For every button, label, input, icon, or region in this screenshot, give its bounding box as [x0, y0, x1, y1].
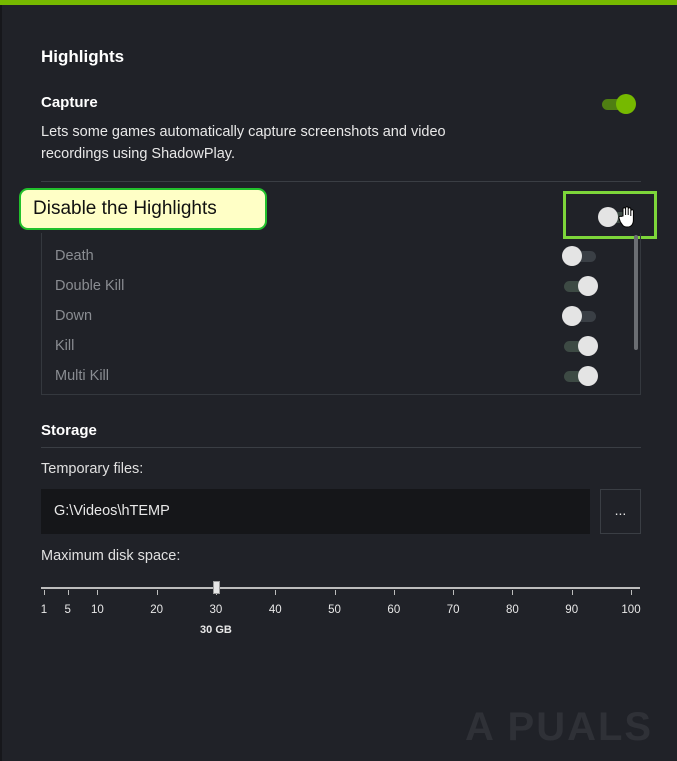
event-toggle-down[interactable] [562, 305, 598, 327]
slider-value: 30 GB [200, 624, 232, 636]
slider-tick-label: 30 [209, 604, 223, 616]
slider-tick-label: 1 [40, 604, 48, 616]
slider-tick-label: 60 [387, 604, 401, 616]
event-toggle-double-kill[interactable] [562, 275, 598, 297]
temp-files-label: Temporary files: [41, 461, 144, 477]
divider [41, 447, 641, 448]
slider-tick-label: 5 [64, 604, 71, 616]
slider-tick-label: 20 [150, 604, 164, 616]
page-title: Highlights [41, 47, 125, 66]
capture-title: Capture [41, 94, 98, 111]
callout-label: Disable the Highlights [19, 188, 267, 230]
event-label-kill: Kill [55, 338, 75, 354]
hand-cursor-icon [618, 206, 634, 228]
event-toggle-kill[interactable] [562, 335, 598, 357]
slider-tick [571, 590, 573, 595]
temp-path-field[interactable]: G:\Videos\hTEMP [41, 489, 590, 534]
slider-tick [97, 590, 99, 595]
slider-tick [631, 590, 632, 595]
watermark-logo: A PUALS [465, 705, 654, 749]
disk-space-slider[interactable] [41, 587, 640, 589]
events-scrollbar[interactable] [634, 235, 638, 350]
disk-space-label: Maximum disk space: [41, 548, 181, 564]
slider-tick [393, 590, 395, 595]
event-toggle-death[interactable] [562, 245, 598, 267]
browse-button[interactable]: ... [600, 489, 641, 534]
event-label-multi-kill: Multi Kill [55, 368, 109, 384]
slider-tick-label: 80 [506, 604, 519, 616]
capture-toggle[interactable] [600, 93, 636, 115]
accent-top-bar [0, 0, 677, 5]
slider-tick-label: 70 [446, 604, 460, 616]
slider-tick [67, 590, 69, 595]
slider-handle[interactable] [212, 581, 220, 594]
slider-tick-label: 10 [90, 604, 104, 616]
capture-description: Lets some games automatically capture sc… [41, 124, 446, 162]
event-toggle-multi-kill[interactable] [562, 365, 598, 387]
slider-tick [512, 590, 514, 595]
event-label-double-kill: Double Kill [55, 278, 125, 294]
slider-tick-label: 50 [328, 604, 341, 616]
highlight-events-panel [41, 233, 641, 395]
slider-tick [44, 590, 45, 595]
storage-title: Storage [41, 422, 97, 439]
slider-tick [334, 590, 336, 595]
slider-tick-label: 100 [621, 604, 641, 616]
slider-tick-label: 90 [565, 604, 579, 616]
window-edge [0, 5, 2, 761]
slider-tick-label: 40 [268, 604, 282, 616]
slider-tick [156, 590, 158, 595]
event-label-death: Death [55, 248, 94, 264]
slider-tick [453, 590, 455, 595]
event-label-down: Down [55, 308, 93, 324]
slider-tick [275, 590, 277, 595]
divider [41, 181, 641, 182]
